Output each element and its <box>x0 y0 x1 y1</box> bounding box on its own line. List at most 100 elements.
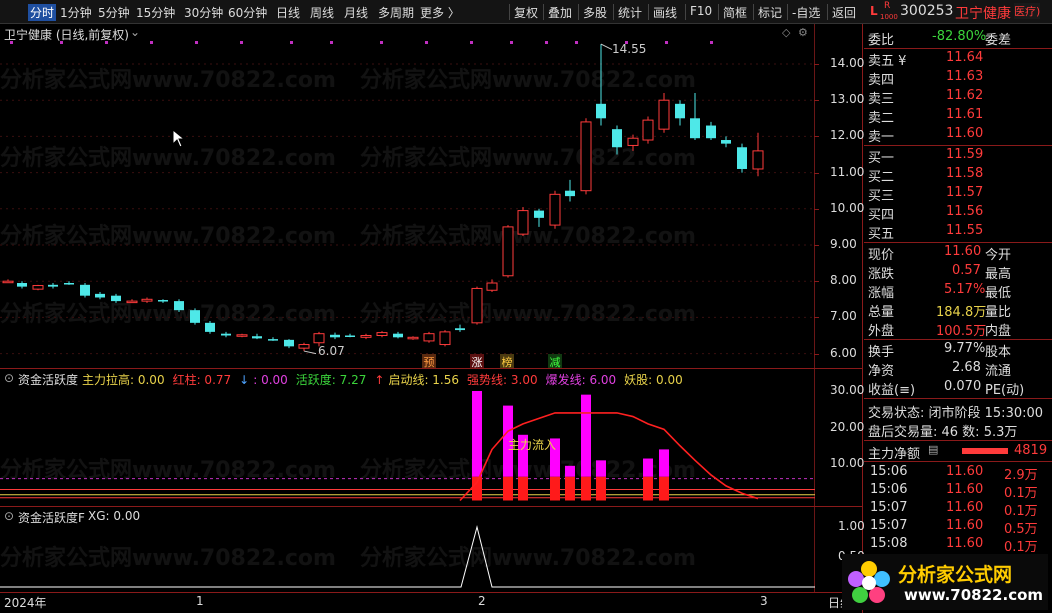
stat-row: 涨跌 0.57 最高 <box>868 263 1048 282</box>
period-tab-2[interactable]: 5分钟 <box>98 4 130 21</box>
stat-value: 100.5万 <box>936 324 987 339</box>
sector-tag: 医疗) <box>1014 3 1041 19</box>
stat-value: 11.60 <box>944 244 982 259</box>
period-tab-5[interactable]: 60分钟 <box>228 4 267 21</box>
candle <box>126 299 138 304</box>
bid-row: 买二 11.58 <box>868 166 1048 185</box>
tick-volume: 0.5万 <box>1004 522 1038 537</box>
stat-label-right: 流通 <box>985 364 1012 379</box>
tick-time: 15:06 <box>870 482 908 497</box>
marker-dot <box>60 41 63 44</box>
tick-time: 15:07 <box>870 518 908 533</box>
period-tab-6[interactable]: 日线 <box>276 4 300 21</box>
stat-label-right: 最高 <box>985 267 1012 282</box>
candle <box>596 44 606 126</box>
ask-price: 11.63 <box>946 69 984 84</box>
bid-row: 买四 11.56 <box>868 204 1048 223</box>
period-tab-1[interactable]: 1分钟 <box>60 4 92 21</box>
tick-row: 15:07 11.60 0.5万 <box>868 518 1048 537</box>
marker-dot <box>10 41 13 44</box>
candle <box>32 284 44 291</box>
period-tab-7[interactable]: 周线 <box>310 4 334 21</box>
tool-button-8[interactable]: -自选 <box>792 4 820 21</box>
period-tab-4[interactable]: 30分钟 <box>184 4 223 21</box>
stat-row: 总量 184.8万 量比 <box>868 301 1048 320</box>
candle <box>439 330 451 347</box>
y-axis-tick: 14.00 <box>830 56 865 70</box>
magenta-bar <box>472 391 482 477</box>
logo-url: www.70822.com <box>904 586 1044 604</box>
period-tab-9[interactable]: 多周期 <box>378 4 414 21</box>
tool-button-4[interactable]: 画线 <box>653 4 677 21</box>
ask-label: 卖五 ¥ <box>868 54 907 69</box>
candle <box>642 116 654 144</box>
period-tab-10[interactable]: 更多 〉 <box>420 4 460 21</box>
magenta-bar <box>643 458 653 477</box>
red-bar <box>565 476 575 501</box>
stat-value: 5.17% <box>944 282 986 297</box>
y-axis-tick: 9.00 <box>830 237 857 251</box>
tool-button-7[interactable]: 标记 <box>758 4 782 21</box>
stat-value: 0.070 <box>944 379 982 394</box>
x-axis-year: 2024年 <box>4 596 47 610</box>
y-tick-mark <box>814 281 819 283</box>
stat-value: 9.77% <box>944 341 986 356</box>
tool-button-9[interactable]: 返回 <box>832 4 856 21</box>
tick-volume: 0.1万 <box>1004 486 1038 501</box>
y-tick-mark <box>814 64 819 65</box>
stat-label-right: 内盘 <box>985 324 1012 339</box>
stat-row: 外盘 100.5万 内盘 <box>868 320 1048 339</box>
low-pointer <box>303 350 317 355</box>
bid-row: 买三 11.57 <box>868 185 1048 204</box>
candle <box>658 92 670 133</box>
stat-label: 涨跌 <box>868 267 895 282</box>
tool-button-5[interactable]: F10 <box>690 4 712 18</box>
stat-label: 收益(≡) <box>868 383 916 398</box>
candle <box>565 179 575 202</box>
activity-chart[interactable] <box>0 369 815 506</box>
after-hours-volume: 盘后交易量: 46 数: 5.3万 <box>868 425 1018 440</box>
bid-price: 11.55 <box>946 223 984 238</box>
signal-bang: 榜 <box>500 354 514 369</box>
candle <box>502 225 514 278</box>
y-tick-mark <box>814 317 819 319</box>
candlestick-chart[interactable] <box>0 24 862 369</box>
period-tab-8[interactable]: 月线 <box>344 4 368 21</box>
stat-label: 涨幅 <box>868 286 895 301</box>
ask-label: 卖二 <box>868 111 895 126</box>
y-tick-mark <box>814 353 819 355</box>
period-tab-0[interactable]: 分时 <box>28 4 57 21</box>
net-inflow-label: 主力净额 <box>868 447 921 462</box>
xg-signal-chart[interactable] <box>0 507 815 593</box>
red-bar <box>581 476 591 501</box>
candle <box>95 292 105 300</box>
period-tab-3[interactable]: 15分钟 <box>136 4 175 21</box>
bid-row: 买一 11.59 <box>868 147 1048 166</box>
bid-label: 买五 <box>868 227 895 242</box>
stock-badge-sub: 1000 <box>880 13 898 21</box>
stock-badge-l: L <box>870 4 878 18</box>
stat-label-right: 今开 <box>985 248 1012 263</box>
tool-button-6[interactable]: 简框 <box>723 4 747 21</box>
tool-button-2[interactable]: 多股 <box>583 4 607 21</box>
bid-price: 11.57 <box>946 185 984 200</box>
stat-value: 2.68 <box>952 360 981 375</box>
candle <box>706 121 716 141</box>
tool-button-3[interactable]: 统计 <box>618 4 642 21</box>
candle <box>721 136 731 148</box>
x-axis-month-2: 2 <box>478 594 486 608</box>
tick-time: 15:08 <box>870 536 908 551</box>
bid-label: 买四 <box>868 208 895 223</box>
marker-dot <box>195 41 198 44</box>
tick-volume: 0.1万 <box>1004 504 1038 519</box>
ask-price: 11.60 <box>946 126 984 141</box>
candle <box>486 279 498 293</box>
y-tick-mark <box>814 172 819 174</box>
tick-price: 11.60 <box>946 536 984 551</box>
tool-button-1[interactable]: 叠加 <box>548 4 572 21</box>
ask-row: 卖二 11.61 <box>868 107 1048 126</box>
divider <box>864 242 1052 243</box>
tool-button-0[interactable]: 复权 <box>514 4 538 21</box>
stat-label-right: 量比 <box>985 305 1012 320</box>
logo-text: 分析家公式网 <box>898 564 1013 586</box>
